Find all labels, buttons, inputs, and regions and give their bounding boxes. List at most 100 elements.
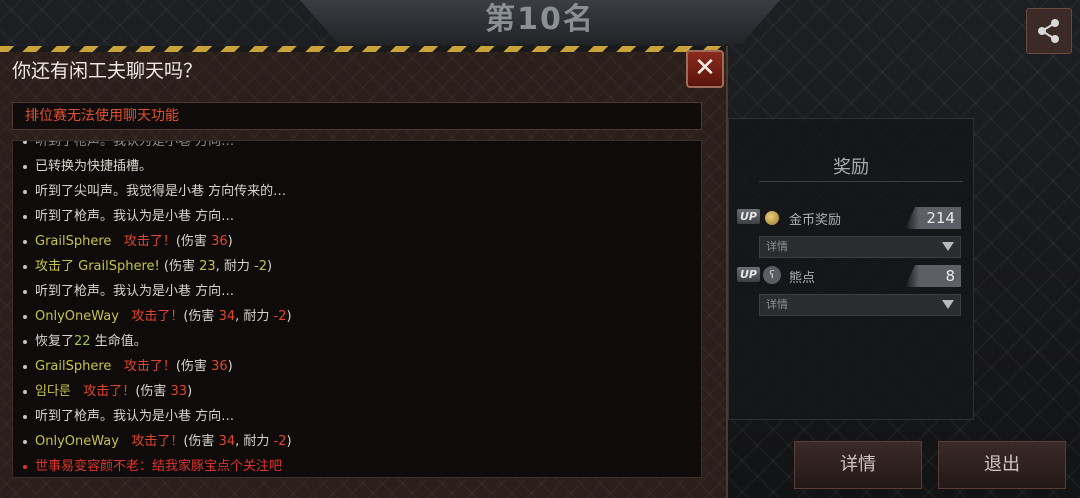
divider (759, 181, 963, 182)
durability-value: -2 (273, 434, 287, 449)
chat-message: 听到了尖叫声。我觉得是小巷 方向传来的… (23, 179, 292, 204)
message-text: 听到了枪声。我认为是小巷 方向… (35, 140, 235, 149)
message-text: ) (286, 434, 292, 449)
chat-dialog: 你还有闲工夫聊天吗？ ✕ 排位赛无法使用聊天功能 听到了枪声。我认为是小巷 方向… (0, 46, 728, 498)
bullet (23, 141, 27, 144)
player-name: OnlyOneWay (35, 309, 119, 324)
player-name: 임다룬 (35, 384, 71, 399)
message-text: 生命值。 (90, 334, 147, 349)
message-text: ) (187, 384, 193, 399)
attack-text: 攻击了！ (83, 384, 136, 399)
heal-value: 22 (74, 334, 91, 349)
message-text: (伤害 (183, 309, 219, 324)
close-button[interactable]: ✕ (686, 50, 724, 88)
chat-message: OnlyOneWay 攻击了！(伤害 34, 耐力 -2) (23, 304, 292, 329)
gold-detail-label: 详情 (766, 240, 788, 253)
attack-text: 攻击了！ (131, 309, 184, 324)
hazard-stripe (0, 46, 726, 52)
chat-message: 已转换为快捷插槽。 (23, 154, 292, 179)
chat-message: 听到了枪声。我认为是小巷 方向… (23, 404, 292, 429)
message-text: ) (227, 359, 233, 374)
bear-point-row: UP ʕ 熊点 8 (737, 265, 961, 291)
player-name: GrailSphere! (78, 259, 160, 274)
chat-message: GrailSphere 攻击了！(伤害 36) (23, 354, 292, 379)
reward-panel: 奖励 UP 金币奖励 214 详情 UP ʕ 熊点 8 详情 (728, 118, 974, 420)
durability-value: -2 (254, 259, 268, 274)
message-text: (伤害 (183, 434, 219, 449)
gold-reward-label: 金币奖励 (789, 213, 842, 228)
message-text: , 耐力 (235, 434, 274, 449)
message-text: (伤害 (135, 384, 171, 399)
bear-detail-label: 详情 (766, 298, 788, 311)
bullet (23, 339, 27, 344)
damage-value: 34 (218, 434, 236, 449)
attack-text: 攻击了！ (123, 234, 176, 249)
damage-value: 34 (218, 309, 236, 324)
bullet (23, 264, 27, 269)
message-text: 听到了枪声。我认为是小巷 方向… (35, 409, 235, 424)
player-name: GrailSphere (35, 234, 112, 249)
bullet (23, 314, 27, 319)
durability-value: -2 (273, 309, 287, 324)
gold-coin-icon (765, 211, 779, 225)
message-text: ) (286, 309, 292, 324)
message-text: 世事易变容颜不老：结我家豚宝点个关注吧 (35, 459, 283, 474)
attack-text: 攻击了！ (131, 434, 184, 449)
bear-detail-dropdown[interactable]: 详情 (759, 294, 961, 316)
message-text: , 耐力 (235, 309, 274, 324)
player-name: OnlyOneWay (35, 434, 119, 449)
chat-message: OnlyOneWay 攻击了！(伤害 34, 耐力 -2) (23, 429, 292, 454)
detail-button[interactable]: 详情 (794, 441, 922, 489)
chat-message: 攻击了 GrailSphere! (伤害 23, 耐力 -2) (23, 254, 292, 279)
chat-message: 听到了枪声。我认为是小巷 方向… (23, 279, 292, 304)
message-text: ) (267, 259, 273, 274)
reward-title: 奖励 (833, 157, 869, 178)
share-button[interactable] (1026, 8, 1072, 54)
bear-point-label: 熊点 (789, 271, 816, 286)
chevron-down-icon (942, 300, 954, 309)
damage-value: 36 (211, 359, 228, 374)
chat-message: 世事易变容颜不老：结我家豚宝点个关注吧 (23, 454, 292, 477)
bullet (23, 189, 27, 194)
chat-list: 听到了枪声。我认为是小巷 方向… 已转换为快捷插槽。 听到了尖叫声。我觉得是小巷… (23, 140, 292, 477)
chat-message: 听到了枪声。我认为是小巷 方向… (23, 140, 292, 154)
bullet (23, 389, 27, 394)
chat-disabled-notice: 排位赛无法使用聊天功能 (12, 102, 702, 130)
bullet (23, 364, 27, 369)
player-name: GrailSphere (35, 359, 112, 374)
gold-reward-value: 214 (905, 207, 961, 229)
bullet (23, 414, 27, 419)
message-text: 已转换为快捷插槽。 (35, 159, 153, 174)
chat-log[interactable]: 听到了枪声。我认为是小巷 方向… 已转换为快捷插槽。 听到了尖叫声。我觉得是小巷… (12, 140, 702, 478)
up-badge: UP (737, 267, 760, 282)
message-text: 听到了尖叫声。我觉得是小巷 方向传来的… (35, 184, 287, 199)
chat-message: GrailSphere 攻击了！(伤害 36) (23, 229, 292, 254)
share-icon (1038, 19, 1059, 43)
message-text: ) (227, 234, 233, 249)
bullet (23, 464, 27, 469)
message-text: (伤害 (159, 259, 200, 274)
message-text: (伤害 (175, 359, 212, 374)
chat-message: 恢复了22 生命值。 (23, 329, 292, 354)
bullet (23, 214, 27, 219)
attack-text: 攻击了！ (123, 359, 176, 374)
message-text: 听到了枪声。我认为是小巷 方向… (35, 284, 235, 299)
bear-point-value: 8 (905, 265, 961, 287)
up-badge: UP (737, 209, 760, 224)
rank-title: 第10名 (485, 2, 595, 37)
chat-message: 임다룬 攻击了！(伤害 33) (23, 379, 292, 404)
message-text: 听到了枪声。我认为是小巷 方向… (35, 209, 235, 224)
gold-detail-dropdown[interactable]: 详情 (759, 236, 961, 258)
exit-button[interactable]: 退出 (938, 441, 1066, 489)
gold-reward-row: UP 金币奖励 214 (737, 207, 961, 233)
chat-message: 听到了枪声。我认为是小巷 方向… (23, 204, 292, 229)
damage-value: 33 (170, 384, 188, 399)
message-text: 恢复了 (35, 334, 75, 349)
bullet (23, 439, 27, 444)
bullet (23, 164, 27, 169)
message-text: , 耐力 (215, 259, 255, 274)
dialog-title: 你还有闲工夫聊天吗？ (12, 60, 203, 82)
message-text: 攻击了 (35, 259, 79, 274)
bullet (23, 289, 27, 294)
message-text: (伤害 (175, 234, 212, 249)
